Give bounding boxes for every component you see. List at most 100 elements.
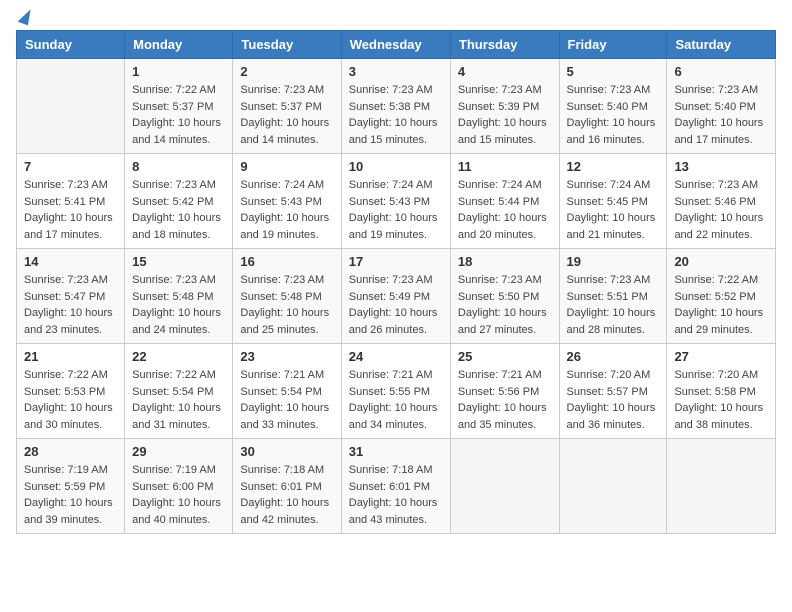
day-info: Sunrise: 7:23 AMSunset: 5:48 PMDaylight:…: [132, 272, 225, 338]
day-number: 31: [349, 444, 443, 459]
calendar-cell: 29Sunrise: 7:19 AMSunset: 6:00 PMDayligh…: [125, 439, 233, 534]
day-number: 6: [674, 64, 768, 79]
calendar-cell: 15 Sunrise: 7:23 AMSunset: 5:48 PMDayligh…: [125, 249, 233, 344]
day-info: Sunrise: 7:24 AMSunset: 5:43 PMDaylight:…: [349, 177, 443, 243]
day-info: Sunrise: 7:20 AMSunset: 5:57 PMDaylight:…: [567, 367, 660, 433]
day-number: 4: [458, 64, 552, 79]
day-of-week-friday: Friday: [559, 31, 667, 59]
calendar-cell: [450, 439, 559, 534]
calendar-week-2: 7 Sunrise: 7:23 AMSunset: 5:41 PMDaylight…: [17, 154, 776, 249]
calendar-cell: 30 Sunrise: 7:18 AMSunset: 6:01 PMDayligh…: [233, 439, 341, 534]
day-info: Sunrise: 7:18 AMSunset: 6:01 PMDaylight:…: [240, 462, 333, 528]
day-info: Sunrise: 7:24 AMSunset: 5:44 PMDaylight:…: [458, 177, 552, 243]
day-info: Sunrise: 7:23 AMSunset: 5:48 PMDaylight:…: [240, 272, 333, 338]
day-number: 16: [240, 254, 333, 269]
day-info: Sunrise: 7:20 AMSunset: 5:58 PMDaylight:…: [674, 367, 768, 433]
day-number: 22: [132, 349, 225, 364]
day-info: Sunrise: 7:21 AMSunset: 5:54 PMDaylight:…: [240, 367, 333, 433]
day-number: 20: [674, 254, 768, 269]
logo-arrow-icon: [18, 7, 34, 26]
day-info: Sunrise: 7:23 AMSunset: 5:37 PMDaylight:…: [240, 82, 333, 148]
day-info: Sunrise: 7:23 AMSunset: 5:40 PMDaylight:…: [567, 82, 660, 148]
day-info: Sunrise: 7:23 AMSunset: 5:38 PMDaylight:…: [349, 82, 443, 148]
calendar-cell: 28Sunrise: 7:19 AMSunset: 5:59 PMDayligh…: [17, 439, 125, 534]
day-number: 12: [567, 159, 660, 174]
calendar-cell: 6 Sunrise: 7:23 AMSunset: 5:40 PMDaylight…: [667, 59, 776, 154]
calendar-cell: 20 Sunrise: 7:22 AMSunset: 5:52 PMDayligh…: [667, 249, 776, 344]
day-info: Sunrise: 7:23 AMSunset: 5:40 PMDaylight:…: [674, 82, 768, 148]
day-of-week-wednesday: Wednesday: [341, 31, 450, 59]
calendar-cell: 21 Sunrise: 7:22 AMSunset: 5:53 PMDayligh…: [17, 344, 125, 439]
day-number: 30: [240, 444, 333, 459]
calendar-week-5: 28Sunrise: 7:19 AMSunset: 5:59 PMDayligh…: [17, 439, 776, 534]
day-number: 8: [132, 159, 225, 174]
calendar-cell: 11 Sunrise: 7:24 AMSunset: 5:44 PMDayligh…: [450, 154, 559, 249]
calendar-cell: 7 Sunrise: 7:23 AMSunset: 5:41 PMDaylight…: [17, 154, 125, 249]
day-info: Sunrise: 7:24 AMSunset: 5:45 PMDaylight:…: [567, 177, 660, 243]
calendar-cell: 22 Sunrise: 7:22 AMSunset: 5:54 PMDayligh…: [125, 344, 233, 439]
day-info: Sunrise: 7:23 AMSunset: 5:50 PMDaylight:…: [458, 272, 552, 338]
day-number: 15: [132, 254, 225, 269]
day-number: 14: [24, 254, 117, 269]
day-info: Sunrise: 7:19 AMSunset: 6:00 PMDaylight:…: [132, 462, 225, 528]
day-number: 5: [567, 64, 660, 79]
calendar-cell: 4 Sunrise: 7:23 AMSunset: 5:39 PMDaylight…: [450, 59, 559, 154]
calendar-cell: 16 Sunrise: 7:23 AMSunset: 5:48 PMDayligh…: [233, 249, 341, 344]
calendar-body: 1 Sunrise: 7:22 AMSunset: 5:37 PMDaylight…: [17, 59, 776, 534]
calendar-cell: 25Sunrise: 7:21 AMSunset: 5:56 PMDayligh…: [450, 344, 559, 439]
day-info: Sunrise: 7:22 AMSunset: 5:52 PMDaylight:…: [674, 272, 768, 338]
day-of-week-thursday: Thursday: [450, 31, 559, 59]
day-number: 18: [458, 254, 552, 269]
day-info: Sunrise: 7:19 AMSunset: 5:59 PMDaylight:…: [24, 462, 117, 528]
calendar-cell: 23 Sunrise: 7:21 AMSunset: 5:54 PMDayligh…: [233, 344, 341, 439]
calendar-cell: 14 Sunrise: 7:23 AMSunset: 5:47 PMDayligh…: [17, 249, 125, 344]
calendar-cell: 10 Sunrise: 7:24 AMSunset: 5:43 PMDayligh…: [341, 154, 450, 249]
day-info: Sunrise: 7:23 AMSunset: 5:47 PMDaylight:…: [24, 272, 117, 338]
header: [16, 16, 776, 20]
day-number: 2: [240, 64, 333, 79]
calendar-cell: 5 Sunrise: 7:23 AMSunset: 5:40 PMDaylight…: [559, 59, 667, 154]
day-number: 1: [132, 64, 225, 79]
calendar-cell: 19 Sunrise: 7:23 AMSunset: 5:51 PMDayligh…: [559, 249, 667, 344]
day-number: 17: [349, 254, 443, 269]
calendar-cell: [559, 439, 667, 534]
day-number: 21: [24, 349, 117, 364]
calendar-cell: 1 Sunrise: 7:22 AMSunset: 5:37 PMDaylight…: [125, 59, 233, 154]
calendar-cell: 17 Sunrise: 7:23 AMSunset: 5:49 PMDayligh…: [341, 249, 450, 344]
calendar-cell: 27Sunrise: 7:20 AMSunset: 5:58 PMDayligh…: [667, 344, 776, 439]
day-number: 11: [458, 159, 552, 174]
day-of-week-monday: Monday: [125, 31, 233, 59]
calendar-cell: 26Sunrise: 7:20 AMSunset: 5:57 PMDayligh…: [559, 344, 667, 439]
day-info: Sunrise: 7:22 AMSunset: 5:54 PMDaylight:…: [132, 367, 225, 433]
day-number: 3: [349, 64, 443, 79]
calendar-cell: [667, 439, 776, 534]
calendar-week-3: 14 Sunrise: 7:23 AMSunset: 5:47 PMDayligh…: [17, 249, 776, 344]
calendar-week-4: 21 Sunrise: 7:22 AMSunset: 5:53 PMDayligh…: [17, 344, 776, 439]
day-number: 19: [567, 254, 660, 269]
day-number: 25: [458, 349, 552, 364]
day-info: Sunrise: 7:23 AMSunset: 5:51 PMDaylight:…: [567, 272, 660, 338]
calendar-cell: 31 Sunrise: 7:18 AMSunset: 6:01 PMDayligh…: [341, 439, 450, 534]
day-number: 10: [349, 159, 443, 174]
day-of-week-tuesday: Tuesday: [233, 31, 341, 59]
day-info: Sunrise: 7:23 AMSunset: 5:49 PMDaylight:…: [349, 272, 443, 338]
calendar-table: SundayMondayTuesdayWednesdayThursdayFrid…: [16, 30, 776, 534]
day-info: Sunrise: 7:23 AMSunset: 5:39 PMDaylight:…: [458, 82, 552, 148]
calendar-cell: 18 Sunrise: 7:23 AMSunset: 5:50 PMDayligh…: [450, 249, 559, 344]
day-info: Sunrise: 7:21 AMSunset: 5:55 PMDaylight:…: [349, 367, 443, 433]
calendar-cell: 2 Sunrise: 7:23 AMSunset: 5:37 PMDaylight…: [233, 59, 341, 154]
calendar-cell: 3 Sunrise: 7:23 AMSunset: 5:38 PMDaylight…: [341, 59, 450, 154]
day-number: 9: [240, 159, 333, 174]
day-info: Sunrise: 7:23 AMSunset: 5:41 PMDaylight:…: [24, 177, 117, 243]
days-of-week-header: SundayMondayTuesdayWednesdayThursdayFrid…: [17, 31, 776, 59]
day-info: Sunrise: 7:22 AMSunset: 5:53 PMDaylight:…: [24, 367, 117, 433]
day-number: 13: [674, 159, 768, 174]
day-info: Sunrise: 7:22 AMSunset: 5:37 PMDaylight:…: [132, 82, 225, 148]
day-number: 7: [24, 159, 117, 174]
calendar-cell: [17, 59, 125, 154]
day-info: Sunrise: 7:18 AMSunset: 6:01 PMDaylight:…: [349, 462, 443, 528]
day-number: 23: [240, 349, 333, 364]
day-info: Sunrise: 7:23 AMSunset: 5:46 PMDaylight:…: [674, 177, 768, 243]
day-of-week-saturday: Saturday: [667, 31, 776, 59]
calendar-cell: 8Sunrise: 7:23 AMSunset: 5:42 PMDaylight…: [125, 154, 233, 249]
